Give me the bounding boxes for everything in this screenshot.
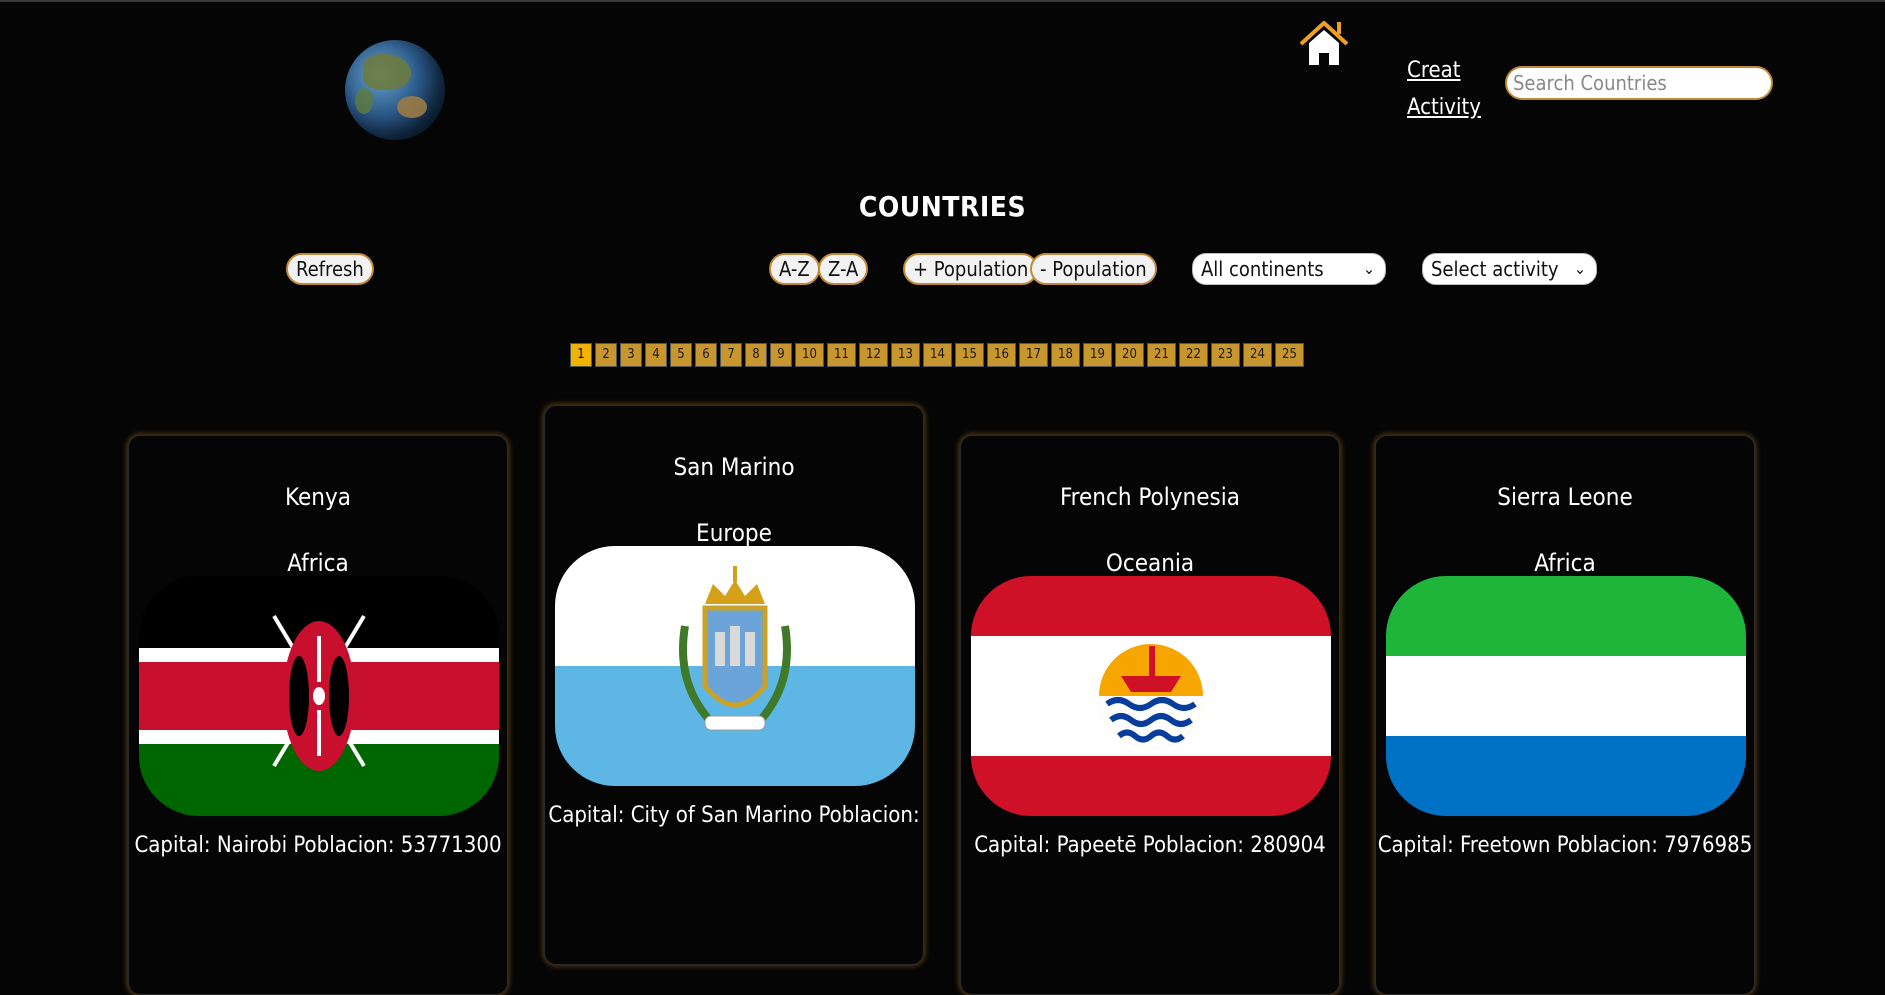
country-continent: Africa <box>287 549 349 577</box>
page-button[interactable]: 17 <box>1019 343 1048 367</box>
create-activity-link[interactable]: Creat Activity <box>1407 52 1487 126</box>
page-button[interactable]: 7 <box>720 343 742 367</box>
chevron-down-icon: ⌄ <box>1362 259 1375 278</box>
page-button[interactable]: 5 <box>670 343 692 367</box>
population-desc-button[interactable]: - Population <box>1030 253 1157 285</box>
population-asc-button[interactable]: + Population <box>903 253 1039 285</box>
country-info: Capital: Nairobi Poblacion: 53771300 <box>134 833 502 858</box>
search-input[interactable] <box>1505 66 1773 100</box>
country-name: Sierra Leone <box>1497 483 1633 511</box>
country-card[interactable]: French Polynesia Oceania Capital: Papeet… <box>960 435 1340 995</box>
refresh-button[interactable]: Refresh <box>286 253 374 285</box>
sort-az-button[interactable]: A-Z <box>769 253 820 285</box>
continent-select[interactable]: All continents ⌄ <box>1192 253 1386 285</box>
page-button[interactable]: 20 <box>1115 343 1144 367</box>
page-button[interactable]: 18 <box>1051 343 1080 367</box>
activity-select[interactable]: Select activity ⌄ <box>1422 253 1597 285</box>
page-button[interactable]: 24 <box>1243 343 1272 367</box>
page-button[interactable]: 8 <box>745 343 767 367</box>
page-button[interactable]: 11 <box>827 343 856 367</box>
page-button[interactable]: 9 <box>770 343 792 367</box>
country-continent: Europe <box>696 519 772 547</box>
globe-icon[interactable] <box>345 40 445 140</box>
country-card[interactable]: Sierra Leone Africa Capital: Freetown Po… <box>1375 435 1755 995</box>
window-top-border <box>0 0 1885 2</box>
page-button[interactable]: 13 <box>891 343 920 367</box>
french-polynesia-flag <box>971 576 1331 816</box>
home-icon[interactable] <box>1298 18 1350 70</box>
page-button[interactable]: 10 <box>795 343 824 367</box>
country-name: French Polynesia <box>1059 483 1240 511</box>
kenya-flag <box>139 576 499 816</box>
country-card[interactable]: Kenya Africa Capital: Nairobi Poblacion:… <box>128 435 508 995</box>
page-title: COUNTRIES <box>858 190 1027 223</box>
page-button[interactable]: 22 <box>1179 343 1208 367</box>
chevron-down-icon: ⌄ <box>1573 259 1586 278</box>
page-button[interactable]: 25 <box>1275 343 1304 367</box>
page-button[interactable]: 1 <box>570 343 592 367</box>
page-button[interactable]: 23 <box>1211 343 1240 367</box>
page-button[interactable]: 19 <box>1083 343 1112 367</box>
country-continent: Oceania <box>1105 549 1195 577</box>
pagination: 1 2 3 4 5 6 7 8 9 10 11 12 13 14 15 16 1… <box>570 343 1304 367</box>
page-button[interactable]: 12 <box>859 343 888 367</box>
country-info: Capital: Papeetē Poblacion: 280904 <box>974 833 1326 858</box>
page-button[interactable]: 21 <box>1147 343 1176 367</box>
country-name: Kenya <box>285 483 351 511</box>
country-info: Capital: Freetown Poblacion: 7976985 <box>1377 833 1753 858</box>
activity-select-value: Select activity <box>1431 257 1559 281</box>
country-continent: Africa <box>1534 549 1596 577</box>
san-marino-flag <box>555 546 915 786</box>
sierra-leone-flag <box>1386 576 1746 816</box>
page-button[interactable]: 14 <box>923 343 952 367</box>
page-button[interactable]: 16 <box>987 343 1016 367</box>
page-button[interactable]: 3 <box>620 343 642 367</box>
country-info: Capital: City of San Marino Poblacion: <box>548 803 920 828</box>
page-button[interactable]: 2 <box>595 343 617 367</box>
page-button[interactable]: 15 <box>955 343 984 367</box>
page-button[interactable]: 6 <box>695 343 717 367</box>
country-card[interactable]: San Marino Europe Capital: City of San M… <box>544 405 924 965</box>
continent-select-value: All continents <box>1201 257 1324 281</box>
page-button[interactable]: 4 <box>645 343 667 367</box>
sort-za-button[interactable]: Z-A <box>818 253 869 285</box>
country-name: San Marino <box>673 453 795 481</box>
